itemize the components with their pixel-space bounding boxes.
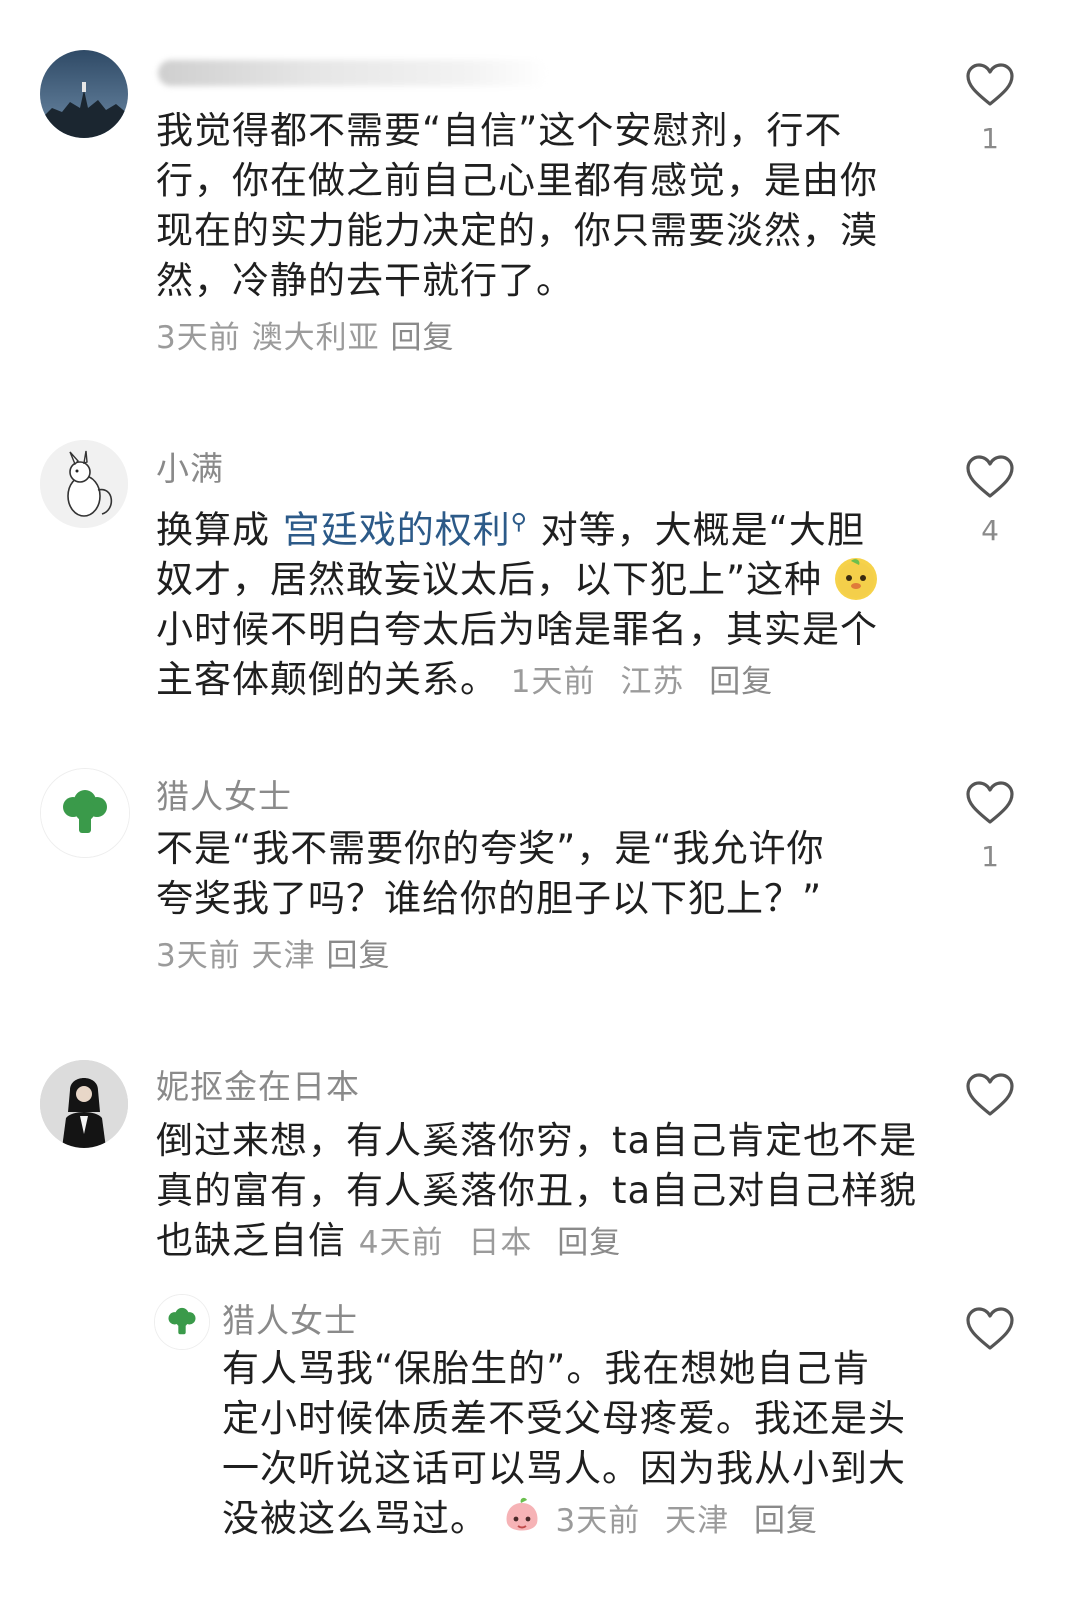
heart-outline-icon — [966, 455, 1014, 498]
comment-meta: 1天前 江苏 回复 — [511, 664, 773, 700]
like-button[interactable] — [960, 1072, 1020, 1132]
reply-button[interactable]: 回复 — [326, 938, 390, 974]
comment-time: 4天前 — [358, 1225, 444, 1261]
broccoli-avatar-icon[interactable] — [154, 1294, 210, 1350]
avatar[interactable] — [40, 50, 128, 138]
avatar[interactable] — [40, 1060, 128, 1148]
comment-meta: 4天前 日本 回复 — [359, 1225, 621, 1261]
comment-text: 换算成 宫廷戏的权利⚲ 对等，大概是“大胆 奴才，居然敢妄议太后，以下犯上”这种… — [156, 508, 878, 702]
emoji-peach-icon — [501, 1497, 543, 1539]
heart-outline-icon — [966, 1307, 1014, 1350]
username[interactable]: 妮抠金在日本 — [156, 1060, 360, 1108]
like-button[interactable]: 1 — [960, 62, 1020, 155]
comment-text: 我觉得都不需要“自信”这个安慰剂，行不 行，你在做之前自己心里都有感觉，是由你 … — [156, 109, 878, 302]
comment-location: 天津 — [251, 938, 316, 974]
avatar[interactable] — [40, 440, 128, 528]
search-icon[interactable]: ⚲ — [511, 510, 528, 535]
reply-button[interactable]: 回复 — [557, 1225, 621, 1261]
like-button[interactable]: 1 — [960, 780, 1020, 873]
comment-location: 日本 — [468, 1225, 533, 1261]
username-blurred — [158, 60, 548, 86]
reply-button[interactable]: 回复 — [754, 1503, 818, 1539]
like-count: 1 — [981, 122, 999, 155]
comment-time: 1天前 — [510, 664, 596, 701]
comment-location: 江苏 — [620, 664, 685, 701]
comment-text: 有人骂我“保胎生的”。我在想她自己肯 定小时候体质差不受父母疼爱。我还是头 一次… — [222, 1347, 906, 1540]
comment-meta: 3天前 澳大利亚 回复 — [156, 318, 454, 358]
like-button[interactable] — [960, 1306, 1020, 1366]
username[interactable]: 小满 — [156, 442, 224, 490]
broccoli-avatar-icon[interactable] — [40, 768, 130, 858]
comment-location: 天津 — [665, 1503, 730, 1539]
heart-outline-icon — [966, 1073, 1014, 1116]
username[interactable]: 猎人女士 — [156, 770, 292, 818]
comment-time: 3天前 — [156, 320, 241, 356]
like-count: 4 — [981, 514, 999, 547]
reply-button[interactable]: 回复 — [709, 664, 773, 700]
search-link[interactable]: 宫廷戏的权利 — [283, 508, 511, 551]
reply-button[interactable]: 回复 — [390, 320, 454, 356]
comment-meta: 3天前 天津 回复 — [156, 936, 390, 976]
username[interactable]: 猎人女士 — [222, 1294, 358, 1342]
comment-time: 3天前 — [156, 938, 241, 974]
like-count: 1 — [981, 840, 999, 873]
emoji-face-icon — [834, 557, 877, 600]
comment-meta: 3天前 天津 回复 — [556, 1503, 818, 1539]
comment-time: 3天前 — [555, 1503, 641, 1539]
like-button[interactable]: 4 — [960, 454, 1020, 547]
comment-text: 倒过来想，有人奚落你穷，ta自己肯定也不是 真的富有，有人奚落你丑，ta自己对自… — [156, 1119, 918, 1262]
comment-location: 澳大利亚 — [251, 320, 380, 356]
comment-text: 不是“我不需要你的夸奖”，是“我允许你 夸奖我了吗？谁给你的胆子以下犯上？” — [156, 827, 825, 920]
heart-outline-icon — [966, 63, 1014, 106]
heart-outline-icon — [966, 781, 1014, 824]
